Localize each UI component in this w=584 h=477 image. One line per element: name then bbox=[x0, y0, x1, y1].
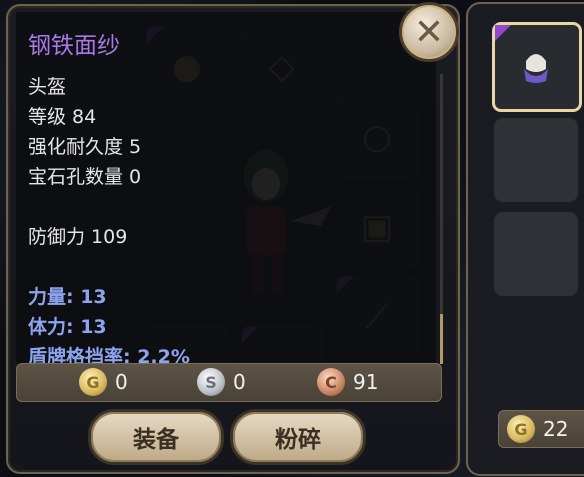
tooltip-scrollbar[interactable] bbox=[440, 74, 443, 364]
item-durability: 强化耐久度 5 bbox=[28, 136, 142, 158]
item-tooltip: 钢铁面纱 头盔 等级 84 强化耐久度 5 宝石孔数量 0 防御力 109 力量… bbox=[16, 12, 443, 368]
close-icon: ✕ bbox=[413, 11, 445, 53]
side-gold-amount: 22 bbox=[543, 417, 569, 441]
silver-coin-icon: S bbox=[197, 368, 225, 396]
gold-coin-icon: G bbox=[79, 368, 107, 396]
item-defense: 防御力 109 bbox=[28, 226, 128, 248]
inventory-slot[interactable] bbox=[494, 118, 578, 202]
copper-coin-icon: C bbox=[317, 368, 345, 396]
silver-amount: 0 bbox=[233, 370, 246, 394]
side-currency-bar: G 22 bbox=[498, 410, 584, 448]
item-attribute: 力量: 13 bbox=[28, 286, 107, 308]
currency-bar: G 0 S 0 C 91 bbox=[16, 363, 442, 402]
helmet-icon bbox=[524, 54, 548, 83]
item-name: 钢铁面纱 bbox=[28, 33, 120, 59]
gold-amount: 0 bbox=[115, 370, 128, 394]
equipment-panel: ● ◇ ○ ▣ ⟋ 钢铁面纱 头盔 等级 84 强化耐久度 5 宝石孔数量 0 … bbox=[6, 4, 460, 474]
item-gem-slots: 宝石孔数量 0 bbox=[28, 166, 142, 188]
item-attribute: 体力: 13 bbox=[28, 316, 107, 338]
item-stats: 头盔 等级 84 强化耐久度 5 宝石孔数量 0 防御力 109 力量: 13 … bbox=[28, 72, 190, 372]
item-level: 等级 84 bbox=[28, 106, 97, 128]
inventory-slot-selected[interactable] bbox=[492, 22, 582, 112]
gold-coin-icon: G bbox=[507, 415, 535, 443]
inventory-slot[interactable] bbox=[494, 212, 578, 296]
close-button[interactable]: ✕ bbox=[399, 2, 459, 62]
rarity-corner bbox=[495, 25, 511, 41]
shatter-button[interactable]: 粉碎 bbox=[230, 409, 366, 465]
item-type: 头盔 bbox=[28, 76, 67, 98]
scrollbar-thumb[interactable] bbox=[440, 314, 443, 364]
equip-button[interactable]: 装备 bbox=[88, 409, 224, 465]
copper-amount: 91 bbox=[353, 370, 379, 394]
